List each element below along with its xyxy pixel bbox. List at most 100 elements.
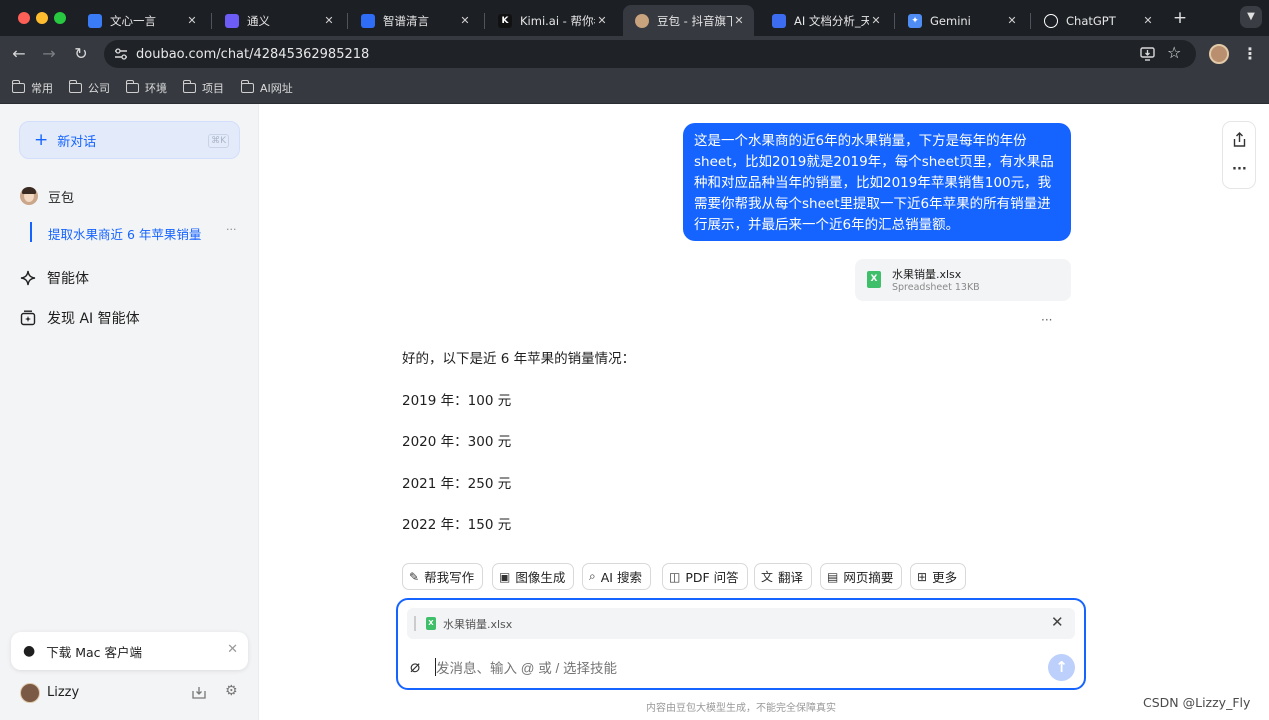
tab-title: Kimi.ai - 帮你看	[520, 13, 595, 28]
file-attachment-card[interactable]: X 水果销量.xlsx Spreadsheet 13KB	[855, 259, 1071, 301]
pen-icon: ✎	[409, 569, 420, 584]
bookmark-folder[interactable]: 公司	[69, 80, 110, 96]
download-label: 下载 Mac 客户端	[46, 644, 142, 660]
bookmark-label: 环境	[145, 82, 167, 95]
window-minimize-button[interactable]	[36, 12, 48, 24]
tab-title: 通义	[247, 13, 270, 28]
browser-tab[interactable]: K Kimi.ai - 帮你看✕	[486, 5, 617, 36]
download-icon[interactable]	[191, 686, 207, 700]
download-client-banner[interactable]: ● 下载 Mac 客户端 ✕	[11, 632, 248, 670]
chat-item-title: 提取水果商近 6 年苹果销量	[48, 227, 202, 242]
skill-chip[interactable]: ▣ 图像生成	[492, 563, 575, 590]
paperclip-icon[interactable]: ⌀	[410, 657, 420, 677]
settings-gear-icon[interactable]: ⚙	[225, 683, 238, 699]
address-bar[interactable]: doubao.com/chat/42845362985218 ☆	[104, 40, 1196, 68]
search-icon: ⌕	[589, 569, 596, 583]
tab-title: 智谱清言	[383, 13, 429, 28]
browser-tab[interactable]: ✦ Gemini ✕	[896, 5, 1027, 36]
bookmark-label: AI网址	[260, 82, 293, 95]
skill-chip[interactable]: ⌕ AI 搜索	[582, 563, 651, 590]
bookmark-folder[interactable]: AI网址	[241, 80, 293, 96]
profile-avatar[interactable]	[1209, 44, 1229, 64]
chat-item-active[interactable]: 提取水果商近 6 年苹果销量 ···	[30, 222, 244, 242]
answer-intro: 好的，以下是近 6 年苹果的销量情况：	[402, 351, 636, 367]
browser-tab[interactable]: 通义 ✕	[213, 5, 344, 36]
bookmark-label: 项目	[202, 82, 224, 95]
close-icon[interactable]: ✕	[227, 642, 238, 657]
tab-close-icon[interactable]: ✕	[458, 14, 472, 27]
side-actions: ···	[1222, 121, 1256, 189]
chevron-down-icon: ▼	[1247, 11, 1255, 22]
bookmark-label: 公司	[88, 82, 110, 95]
message-more-icon[interactable]: ···	[1041, 313, 1052, 327]
translate-icon: 文	[761, 570, 774, 584]
image-icon: ▣	[499, 569, 511, 584]
folder-icon	[183, 80, 196, 93]
new-tab-button[interactable]: +	[1170, 8, 1190, 28]
tab-title: Gemini	[930, 13, 971, 28]
browser-tab[interactable]: ChatGPT ✕	[1032, 5, 1163, 36]
folder-icon	[241, 80, 254, 93]
tab-search-button[interactable]: ▼	[1240, 6, 1262, 28]
bot-name: 豆包	[48, 190, 75, 206]
new-chat-label: 新对话	[57, 134, 97, 150]
tab-close-icon[interactable]: ✕	[185, 14, 199, 27]
share-icon[interactable]	[1233, 132, 1246, 147]
remove-attachment-icon[interactable]: ✕	[1051, 613, 1064, 631]
tab-separator	[894, 13, 895, 29]
url-text: doubao.com/chat/42845362985218	[136, 46, 370, 62]
arrow-right-icon: →	[42, 44, 56, 63]
tab-close-icon[interactable]: ✕	[322, 14, 336, 27]
skill-chip[interactable]: ▤ 网页摘要	[820, 563, 903, 590]
skill-label: 图像生成	[515, 570, 566, 585]
skill-chip[interactable]: 文翻译	[754, 563, 813, 590]
user-profile-row[interactable]: Lizzy ⚙	[20, 682, 240, 704]
bookmark-star-icon[interactable]: ☆	[1167, 43, 1181, 62]
bookmark-folder[interactable]: 环境	[126, 80, 167, 96]
browser-tab-strip: 文心一言✕通义✕智谱清言✕KKimi.ai - 帮你看✕豆包 - 抖音旗下✕AI…	[0, 0, 1269, 36]
skill-chip[interactable]: ⊞ 更多	[910, 563, 967, 590]
folder-icon	[126, 80, 139, 93]
forward-button[interactable]: →	[39, 44, 59, 64]
install-app-icon[interactable]	[1140, 47, 1155, 61]
tab-close-icon[interactable]: ✕	[732, 14, 746, 27]
bookmark-folder[interactable]: 常用	[12, 80, 53, 96]
gemini-icon: ✦	[908, 13, 922, 28]
shortcut-badge: ⌘K	[208, 134, 229, 148]
skill-chip[interactable]: ◫ PDF 问答	[662, 563, 748, 590]
bot-item-doubao[interactable]: 豆包	[20, 187, 75, 206]
chat-more-icon[interactable]: ···	[226, 223, 237, 236]
tab-close-icon[interactable]: ✕	[595, 14, 609, 27]
nav-item-agents[interactable]: 智能体	[20, 268, 89, 288]
browser-tab[interactable]: 文心一言 ✕	[76, 5, 207, 36]
message-input[interactable]	[436, 657, 996, 679]
bookmark-folder[interactable]: 项目	[183, 80, 224, 96]
browser-tab[interactable]: 智谱清言 ✕	[349, 5, 480, 36]
tab-close-icon[interactable]: ✕	[1005, 14, 1019, 27]
skill-label: AI 搜索	[600, 570, 642, 585]
skill-chip[interactable]: ✎ 帮我写作	[402, 563, 484, 590]
site-settings-icon[interactable]	[114, 48, 128, 60]
browser-menu-icon[interactable]: ⋮	[1241, 44, 1259, 64]
back-button[interactable]: ←	[9, 44, 29, 64]
arrow-left-icon: ←	[12, 44, 26, 63]
send-button[interactable]: ↑	[1048, 654, 1075, 681]
window-close-button[interactable]	[18, 12, 30, 24]
tab-close-icon[interactable]: ✕	[869, 14, 883, 27]
browser-tab[interactable]: AI 文档分析_天 ✕	[760, 5, 891, 36]
reload-button[interactable]: ↻	[71, 44, 91, 64]
webpage-icon: ▤	[827, 569, 839, 584]
new-chat-button[interactable]: + 新对话 ⌘K	[19, 121, 240, 159]
browser-tab[interactable]: 豆包 - 抖音旗下 ✕	[623, 5, 754, 36]
tab-close-icon[interactable]: ✕	[1141, 14, 1155, 27]
more-options-icon[interactable]: ···	[1232, 162, 1247, 177]
tab-separator	[347, 13, 348, 29]
tab-title: 豆包 - 抖音旗下	[657, 13, 732, 28]
tab-separator	[484, 13, 485, 29]
nav-item-discover[interactable]: 发现 AI 智能体	[20, 308, 140, 328]
message-composer[interactable]: X 水果销量.xlsx ✕ ⌀ ↑	[396, 598, 1086, 690]
doc-analysis-icon	[772, 13, 786, 28]
grid-more-icon: ⊞	[917, 569, 928, 584]
window-zoom-button[interactable]	[54, 12, 66, 24]
folder-icon	[12, 80, 25, 93]
